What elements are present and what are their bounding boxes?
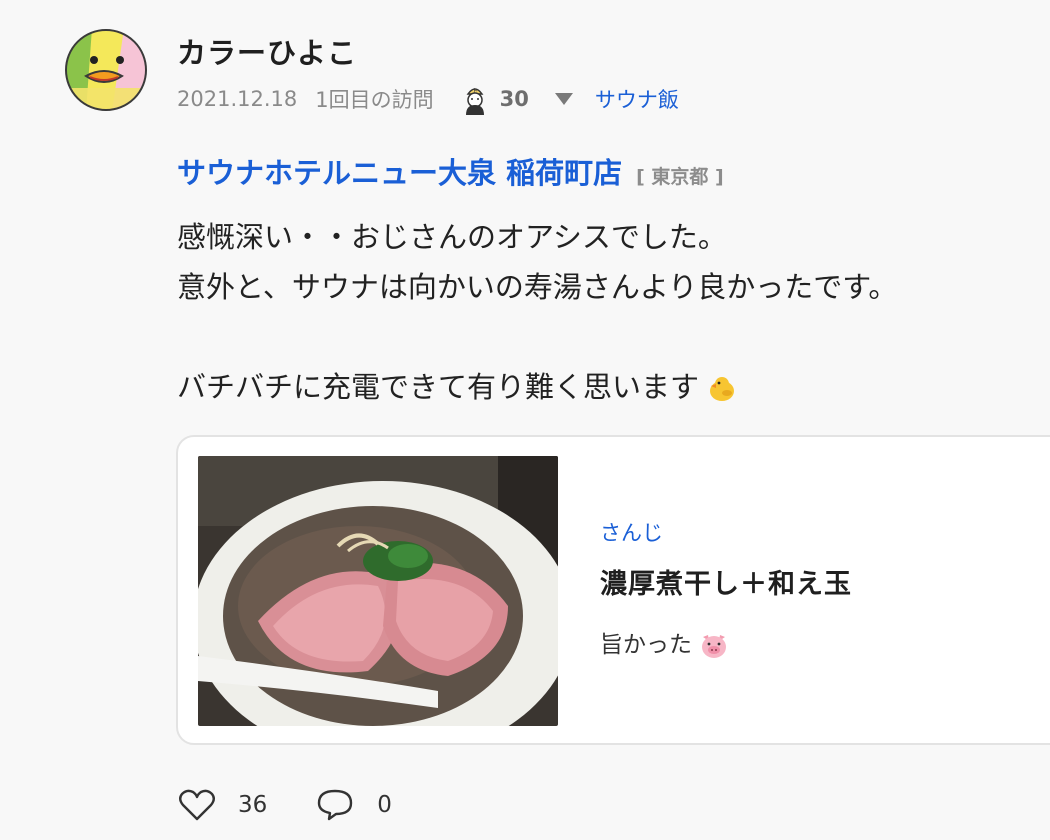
post-body-line — [177, 312, 1037, 362]
pig-face-icon — [702, 634, 726, 658]
dish-name: 濃厚煮干し＋和え玉 — [600, 569, 852, 600]
prefecture-label: [ 東京都 ] — [636, 166, 724, 188]
chevron-down-icon[interactable] — [554, 93, 573, 105]
sauna-man-count: 30 — [499, 87, 529, 111]
tag-link[interactable]: サウナ飯 — [595, 84, 679, 114]
speech-bubble-icon — [318, 789, 353, 821]
post-body-line: 意外と、サウナは向かいの寿湯さんより良かったです。 — [177, 270, 898, 304]
comment-count: 0 — [377, 792, 392, 818]
heart-icon — [179, 789, 215, 821]
post-body-last-line: バチバチに充電できて有り難く思います — [177, 362, 1037, 412]
like-count: 36 — [238, 792, 268, 818]
post-actions: 36 0 — [178, 785, 392, 825]
author-name[interactable]: カラーひよこ — [177, 30, 357, 72]
post-body-line: 感慨深い・・おじさんのオアシスでした。 — [177, 220, 727, 254]
post-body-line: バチバチに充電できて有り難く思います — [177, 370, 700, 404]
facility: サウナホテルニュー大泉 稲荷町店 [ 東京都 ] — [177, 150, 724, 190]
dish-comment-text: 旨かった — [600, 632, 692, 658]
comment-button[interactable]: 0 — [315, 788, 392, 822]
visit-date: 2021.12.18 — [177, 87, 298, 111]
color-chick-avatar-icon — [65, 29, 147, 111]
restaurant-link[interactable]: さんじ — [600, 517, 663, 547]
sauna-man-icon: ト — [465, 88, 484, 115]
chick-icon — [710, 377, 735, 401]
ramen-photo — [198, 456, 558, 726]
like-button[interactable]: 36 — [178, 788, 267, 822]
avatar[interactable] — [64, 28, 148, 112]
visit-count: 1回目の訪問 — [315, 88, 434, 112]
facility-name-link[interactable]: サウナホテルニュー大泉 稲荷町店 — [177, 150, 622, 192]
meal-card[interactable]: さんじ 濃厚煮干し＋和え玉 旨かった — [176, 435, 1050, 745]
dish-comment: 旨かった — [600, 625, 728, 659]
post-body: 感慨深い・・おじさんのオアシスでした。 意外と、サウナは向かいの寿湯さんより良か… — [177, 212, 1037, 412]
post-meta: 2021.12.18 1回目の訪問 ト 30 サウナ飯 — [177, 84, 679, 115]
